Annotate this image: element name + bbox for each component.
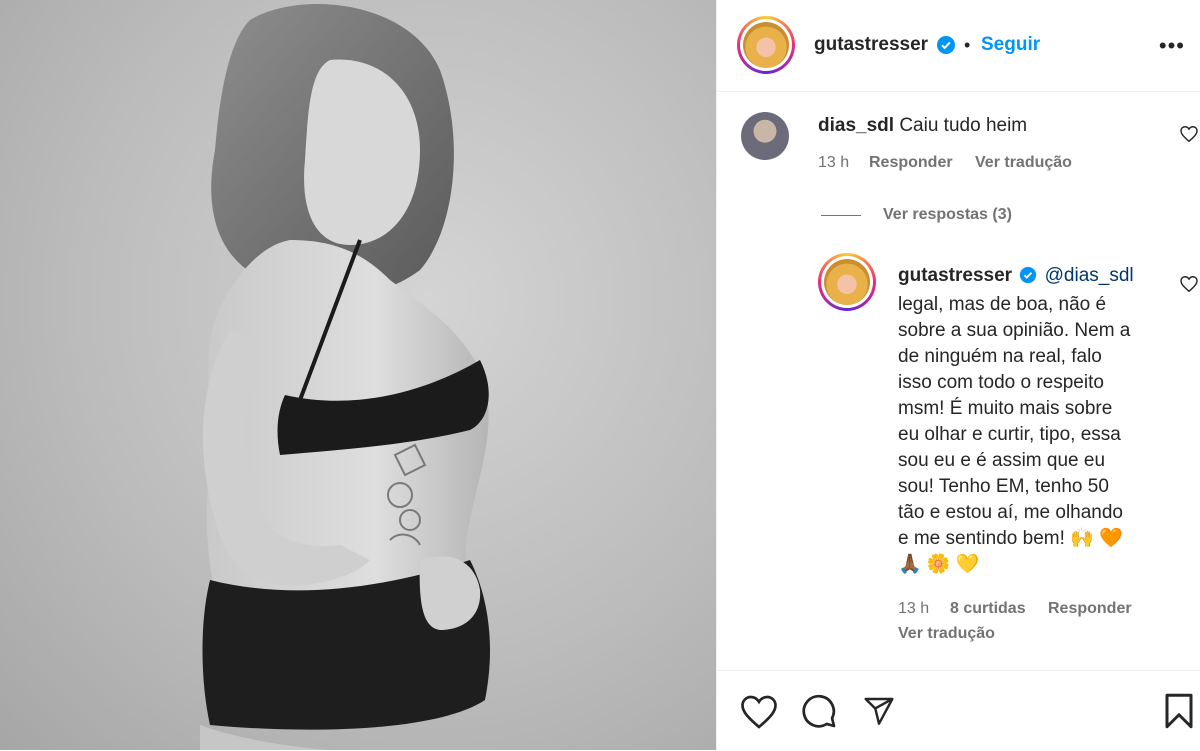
post-photo-illustration xyxy=(200,4,490,750)
post-photo xyxy=(0,0,716,750)
reply-mention[interactable]: @dias_sdl xyxy=(1045,265,1134,286)
reply-line: sobre a sua opinião. Nem a xyxy=(898,320,1131,341)
post-side-panel: gutastresser • Seguir ••• dias_sdl Caiu … xyxy=(716,0,1200,750)
reply-line: 🙏🏾 🌼 💛 xyxy=(898,554,980,575)
comment-icon[interactable] xyxy=(801,693,837,734)
verified-badge-icon xyxy=(1019,266,1037,292)
reply-line: e me sentindo bem! 🙌 🧡 xyxy=(898,528,1123,549)
paper-plane-icon[interactable] xyxy=(862,695,896,732)
reply-translate-button[interactable]: Ver tradução xyxy=(898,625,995,643)
post-header: gutastresser • Seguir ••• xyxy=(717,0,1200,92)
view-replies-button[interactable]: Ver respostas (3) xyxy=(883,206,1012,224)
author-username[interactable]: gutastresser xyxy=(814,34,928,56)
comment-avatar[interactable] xyxy=(741,112,789,160)
view-replies-line xyxy=(821,215,861,216)
reply-like-icon[interactable] xyxy=(1180,275,1198,297)
reply-line: tão e estou aí, me olhando xyxy=(898,502,1123,523)
reply-username[interactable]: gutastresser xyxy=(898,265,1012,286)
reply-reply-button[interactable]: Responder xyxy=(1048,600,1132,618)
post-actions-bar xyxy=(717,670,1200,751)
header-separator: • xyxy=(964,35,971,55)
comment-text: Caiu tudo heim xyxy=(899,115,1028,136)
reply-line: sou! Tenho EM, tenho 50 xyxy=(898,476,1109,497)
comment-body: dias_sdl Caiu tudo heim xyxy=(818,113,1027,139)
comment-like-icon[interactable] xyxy=(1180,125,1198,147)
comment-time[interactable]: 13 h xyxy=(818,154,849,172)
reply-body: gutastresser @dias_sdl legal, mas de boa… xyxy=(898,263,1188,578)
reply-first-line: gutastresser @dias_sdl xyxy=(898,263,1188,292)
reply-line: de ninguém na real, falo xyxy=(898,346,1102,367)
bookmark-icon[interactable] xyxy=(1164,693,1194,734)
reply-likes-count[interactable]: 8 curtidas xyxy=(950,600,1026,618)
reply-time[interactable]: 13 h xyxy=(898,600,929,618)
reply-avatar[interactable] xyxy=(818,253,876,311)
more-options-icon[interactable]: ••• xyxy=(1159,35,1185,57)
author-avatar[interactable] xyxy=(737,16,795,74)
reply-line: isso com todo o respeito xyxy=(898,372,1104,393)
comment-username[interactable]: dias_sdl xyxy=(818,115,894,136)
heart-icon[interactable] xyxy=(741,695,777,734)
reply-line: legal, mas de boa, não é xyxy=(898,294,1107,315)
comment-reply-button[interactable]: Responder xyxy=(869,154,953,172)
reply-line: msm! É muito mais sobre xyxy=(898,398,1113,419)
comment-translate-button[interactable]: Ver tradução xyxy=(975,154,1072,172)
follow-button[interactable]: Seguir xyxy=(981,34,1040,56)
reply-line: sou eu e é assim que eu xyxy=(898,450,1106,471)
reply-line: eu olhar e curtir, tipo, essa xyxy=(898,424,1121,445)
verified-badge-icon xyxy=(936,35,956,60)
